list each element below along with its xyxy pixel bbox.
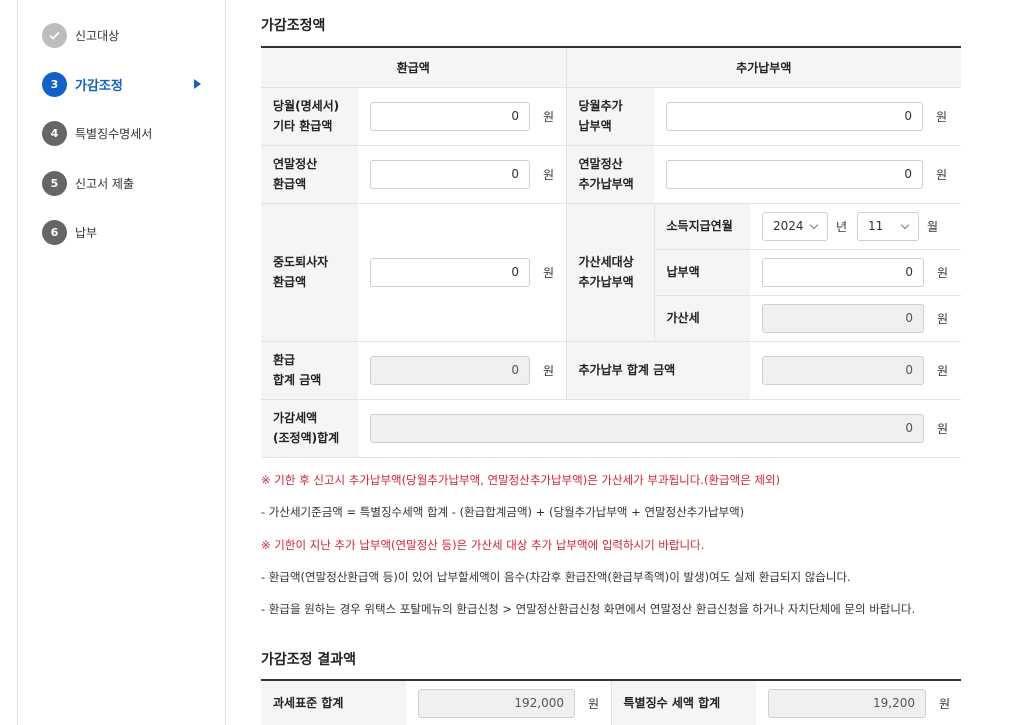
- col-header-additional: 추가납부액: [565, 47, 962, 88]
- step-adjust[interactable]: 3 가감조정: [42, 71, 212, 97]
- step-submit[interactable]: 5 신고서 제출: [42, 170, 212, 196]
- unit-label: 원: [543, 109, 555, 124]
- unit-label: 원: [939, 696, 951, 711]
- income-month-label: 소득지급연월: [653, 203, 750, 250]
- row-label: 가감세액 (조정액)합계: [261, 399, 358, 458]
- step-number: 4: [42, 120, 67, 146]
- yearend-refund-input[interactable]: [370, 159, 530, 189]
- taxbase-output: [418, 688, 575, 718]
- note-penalty-warning: ※ 기한 후 신고시 추가납부액(당월추가납부액, 연말정산추가납부액)은 가산…: [261, 473, 781, 487]
- step-label: 신고서 제출: [75, 176, 135, 191]
- result-section-title: 가감조정 결과액: [261, 652, 357, 668]
- unit-label: 원: [543, 167, 555, 182]
- month-select[interactable]: 11: [857, 211, 920, 241]
- sidebar-left-line: [17, 0, 18, 725]
- unit-label: 원: [937, 265, 949, 280]
- caret-right-icon: [194, 79, 201, 89]
- step-target[interactable]: 신고대상: [42, 22, 212, 48]
- row-label: 당월(명세서) 기타 환급액: [261, 87, 358, 146]
- step-payment[interactable]: 6 납부: [42, 219, 212, 245]
- pay-amount-input[interactable]: [762, 257, 924, 287]
- unit-label: 원: [543, 265, 555, 280]
- special-tax-label: 특별징수 세액 합계: [610, 680, 756, 725]
- add-total-output: [762, 355, 924, 385]
- monthly-refund-input[interactable]: [370, 101, 530, 131]
- special-tax-output: [768, 688, 926, 718]
- row-label: 중도퇴사자 환급액: [261, 203, 358, 342]
- row-label: 가산세대상 추가납부액: [565, 203, 654, 342]
- row-label: 환급 합계 금액: [261, 341, 358, 400]
- unit-label: 원: [937, 363, 949, 378]
- step-number: 5: [42, 170, 67, 196]
- unit-label: 원: [936, 109, 948, 124]
- note-penalty-basis: - 가산세기준금액 = 특별징수세액 합계 - (환급합계금액) + (당월추가…: [261, 505, 745, 519]
- col-header-refund: 환급액: [261, 47, 566, 88]
- month-unit: 월: [927, 219, 939, 234]
- year-select[interactable]: 2024: [762, 211, 828, 241]
- penalty-tax-output: [762, 303, 924, 333]
- yearend-additional-input[interactable]: [666, 159, 923, 189]
- step-label: 특별징수명세서: [75, 126, 153, 141]
- step-number: 6: [42, 219, 67, 245]
- step-number: 3: [42, 71, 67, 97]
- row-label: 연말정산 추가납부액: [565, 145, 654, 204]
- chevron-down-icon: [809, 220, 819, 229]
- taxbase-label: 과세표준 합계: [261, 680, 406, 725]
- note-overdue-warning: ※ 기한이 지난 추가 납부액(연말정산 등)은 가산세 대상 추가 납부액에 …: [261, 538, 705, 552]
- pay-amount-label: 납부액: [653, 249, 750, 296]
- row-label: 당월추가 납부액: [565, 87, 654, 146]
- unit-label: 원: [937, 311, 949, 326]
- note-no-refund: - 환급액(연말정산환급액 등)이 있어 납부할세액이 음수(차감후 환급잔액(…: [261, 570, 851, 584]
- chevron-down-icon: [900, 220, 910, 229]
- year-unit: 년: [836, 219, 848, 234]
- unit-label: 원: [936, 167, 948, 182]
- penalty-tax-label: 가산세: [653, 295, 750, 342]
- section-title: 가감조정액: [261, 18, 326, 34]
- step-label: 납부: [75, 225, 98, 240]
- check-icon: [42, 22, 67, 48]
- adjust-table: 환급액 추가납부액 당월(명세서)기타 환급액 원 당월추가납부액 원 연말정산…: [261, 46, 962, 458]
- unit-label: 원: [543, 363, 555, 378]
- midterm-refund-input[interactable]: [370, 257, 530, 287]
- sidebar-divider: [225, 0, 226, 725]
- adjust-total-output: [370, 413, 924, 443]
- row-label: 연말정산 환급액: [261, 145, 358, 204]
- monthly-additional-input[interactable]: [666, 101, 923, 131]
- step-label: 가감조정: [75, 78, 123, 94]
- unit-label: 원: [937, 421, 949, 436]
- note-refund-request: - 환급을 원하는 경우 위택스 포탈메뉴의 환급신청 > 연말정산환급신청 화…: [261, 602, 916, 616]
- unit-label: 원: [588, 696, 600, 711]
- add-total-label: 추가납부 합계 금액: [565, 341, 750, 400]
- step-special-statement[interactable]: 4 특별징수명세서: [42, 120, 212, 146]
- step-sidebar: 신고대상 3 가감조정 4 특별징수명세서 5 신고서 제출 6 납부: [0, 0, 226, 725]
- step-label: 신고대상: [75, 28, 120, 43]
- result-table: 과세표준 합계 원 특별징수 세액 합계 원: [261, 679, 961, 725]
- refund-total-output: [370, 355, 530, 385]
